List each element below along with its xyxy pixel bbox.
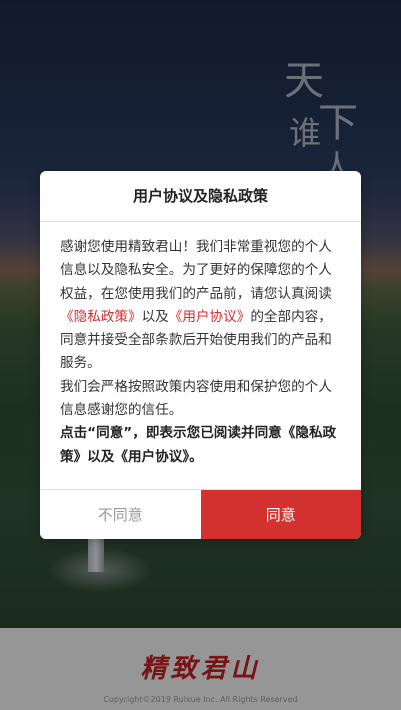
conjunction-text: 以及 xyxy=(141,308,169,325)
intro-paragraph: 感谢您使用精致君山！我们非常重视您的个人信息以及隐私安全。为了更好的保障您的个人… xyxy=(60,236,343,376)
dialog-actions: 不同意 同意 xyxy=(40,489,361,539)
privacy-policy-link[interactable]: 《隐私政策》 xyxy=(60,309,142,325)
privacy-dialog: 用户协议及隐私政策 感谢您使用精致君山！我们非常重视您的个人信息以及隐私安全。为… xyxy=(40,171,361,539)
dialog-title: 用户协议及隐私政策 xyxy=(40,171,361,222)
user-agreement-link[interactable]: 《用户协议》 xyxy=(169,309,251,325)
disagree-button[interactable]: 不同意 xyxy=(40,490,201,539)
agree-button[interactable]: 同意 xyxy=(200,490,361,539)
consent-paragraph: 点击“同意”，即表示您已阅读并同意《隐私政策》以及《用户协议》。 xyxy=(60,425,337,465)
intro-text: 感谢您使用精致君山！我们非常重视您的个人信息以及隐私安全。为了更好的保障您的个人… xyxy=(60,239,332,302)
trust-paragraph: 我们会严格按照政策内容使用和保护您的个人信息感谢您的信任。 xyxy=(60,378,332,419)
dialog-body: 感谢您使用精致君山！我们非常重视您的个人信息以及隐私安全。为了更好的保障您的个人… xyxy=(40,222,361,469)
